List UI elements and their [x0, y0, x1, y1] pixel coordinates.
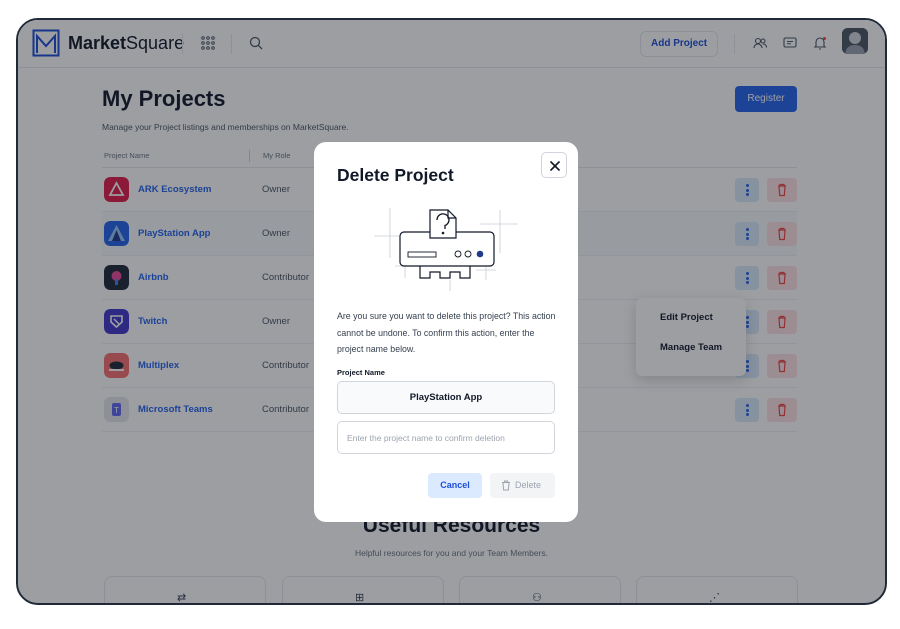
delete-illustration-icon — [374, 208, 518, 291]
close-icon — [549, 160, 561, 172]
cancel-button[interactable]: Cancel — [428, 473, 482, 498]
project-name-label: Project Name — [337, 368, 385, 377]
modal-title: Delete Project — [337, 165, 454, 185]
app-window: MarketSquare Add Project My Projects Man… — [16, 18, 887, 605]
delete-button[interactable]: Delete — [490, 473, 555, 498]
confirm-project-name-input[interactable] — [337, 421, 555, 454]
modal-message: Are you sure you want to delete this pro… — [337, 311, 556, 354]
close-button[interactable] — [541, 152, 567, 178]
delete-button-label: Delete — [515, 480, 542, 490]
delete-project-modal: Delete Project Are you sure you want to … — [314, 142, 578, 522]
project-name-display: PlayStation App — [337, 381, 555, 414]
trash-icon — [502, 480, 510, 491]
